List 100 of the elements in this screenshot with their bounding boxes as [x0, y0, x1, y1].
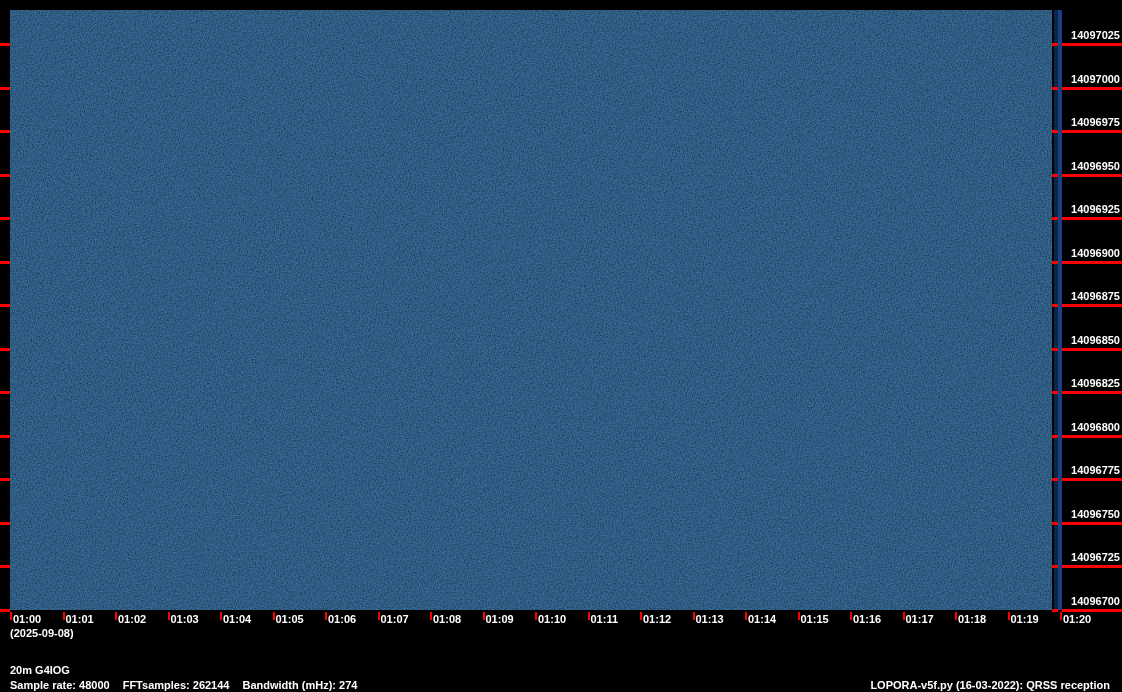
time-label: 01:13: [695, 614, 724, 625]
axis-tick: [745, 612, 747, 620]
time-label: 01:20: [1063, 614, 1092, 625]
frequency-label: 14096950: [1071, 160, 1120, 172]
frequency-label: 14096850: [1071, 334, 1120, 346]
axis-tick: [0, 347, 10, 351]
axis-tick: [220, 612, 222, 620]
axis-tick: [692, 612, 695, 620]
frequency-label: 14096700: [1071, 595, 1120, 607]
axis-tick: [0, 304, 10, 307]
frequency-label: 14096825: [1071, 378, 1120, 389]
axis-tick: [0, 43, 10, 46]
axis-tick: [535, 612, 537, 620]
axis-tick: [1052, 391, 1058, 394]
axis-tick: [482, 612, 485, 620]
parameter-text: Bandwidth (mHz): 274: [242, 680, 358, 691]
axis-tick: [325, 612, 327, 620]
time-label: 01:16: [853, 614, 882, 625]
axis-tick: [1052, 130, 1058, 133]
time-label: 01:11: [590, 614, 619, 625]
axis-tick: [1052, 521, 1058, 525]
axis-tick: [1007, 612, 1010, 620]
frequency-label: 14097025: [1071, 30, 1120, 41]
axis-tick: [1062, 478, 1122, 481]
time-label: 01:06: [328, 614, 357, 625]
axis-tick: [1062, 86, 1122, 90]
axis-tick: [0, 130, 10, 133]
time-label: 01:19: [1010, 614, 1039, 625]
axis-tick: [1052, 86, 1058, 90]
axis-tick: [1062, 130, 1122, 133]
axis-tick: [1062, 565, 1122, 568]
axis-tick: [1052, 347, 1058, 351]
time-label: 01:17: [905, 614, 934, 625]
axis-tick: [1062, 173, 1122, 177]
axis-tick: [850, 612, 852, 620]
axis-tick: [1062, 391, 1122, 394]
axis-tick: [1052, 478, 1058, 481]
time-label: 01:14: [748, 614, 777, 625]
axis-tick: [1052, 434, 1058, 438]
axis-tick: [640, 612, 642, 620]
axis-tick: [272, 612, 275, 620]
axis-tick: [167, 612, 170, 620]
axis-tick: [0, 478, 10, 481]
time-label: 01:02: [118, 614, 147, 625]
time-label: 01:05: [275, 614, 304, 625]
axis-tick: [1052, 304, 1058, 307]
axis-tick: [0, 434, 10, 438]
axis-tick: [0, 260, 10, 264]
axis-tick: [1052, 260, 1058, 264]
time-label: 01:10: [538, 614, 567, 625]
axis-tick: [1062, 434, 1122, 438]
frequency-label: 14096975: [1071, 117, 1120, 128]
axis-tick: [587, 612, 590, 620]
axis-tick: [902, 612, 905, 620]
date-label: (2025-09-08): [10, 628, 74, 639]
parameter-text: FFTsamples: 262144: [122, 680, 230, 691]
frequency-label: 14096900: [1071, 247, 1120, 259]
axis-tick: [377, 612, 380, 620]
axis-tick: [0, 217, 10, 220]
frequency-label: 14096775: [1071, 465, 1120, 476]
axis-tick: [1062, 217, 1122, 220]
time-label: 01:09: [485, 614, 514, 625]
time-label: 01:04: [223, 614, 252, 625]
frequency-label: 14096800: [1071, 421, 1120, 433]
frequency-label: 14096750: [1071, 508, 1120, 520]
axis-tick: [1052, 608, 1058, 612]
axis-tick: [1052, 173, 1058, 177]
axis-tick: [797, 612, 800, 620]
time-label: 01:12: [643, 614, 672, 625]
axis-tick: [1062, 347, 1122, 351]
axis-tick: [0, 391, 10, 394]
time-label: 01:07: [380, 614, 409, 625]
time-label: 01:00: [13, 614, 42, 625]
frequency-label: 14097000: [1071, 73, 1120, 85]
axis-tick: [430, 612, 432, 620]
time-label: 01:03: [170, 614, 199, 625]
frequency-label: 14096725: [1071, 552, 1120, 563]
axis-tick: [115, 612, 117, 620]
parameter-text: Sample rate: 48000: [10, 680, 110, 691]
axis-tick: [1052, 43, 1058, 46]
axis-tick: [1062, 260, 1122, 264]
axis-tick: [1052, 217, 1058, 220]
axis-tick: [62, 612, 65, 620]
frequency-label: 14096925: [1071, 204, 1120, 215]
time-label: 01:18: [958, 614, 987, 625]
axis-tick: [1062, 521, 1122, 525]
time-label: 01:15: [800, 614, 829, 625]
credit-text: LOPORA-v5f.py (16-03-2022): QRSS reception: [870, 680, 1110, 691]
time-label: 01:08: [433, 614, 462, 625]
axis-tick: [955, 612, 957, 620]
axis-tick: [1062, 304, 1122, 307]
axis-tick: [0, 521, 10, 525]
axis-tick: [0, 173, 10, 177]
frequency-label: 14096875: [1071, 291, 1120, 302]
axis-tick: [0, 86, 10, 90]
axis-tick: [1052, 565, 1058, 568]
axis-tick: [0, 565, 10, 568]
station-label: 20m G4IOG: [10, 665, 70, 676]
time-label: 01:01: [65, 614, 94, 625]
axis-tick: [1062, 43, 1122, 46]
